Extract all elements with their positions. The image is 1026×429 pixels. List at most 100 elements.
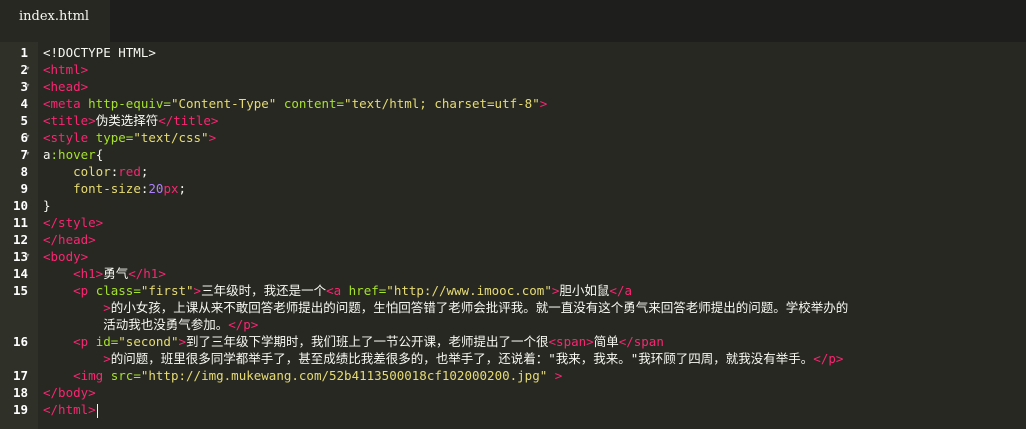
code-row: </html> [43,401,1026,418]
code-token: </p> [813,351,844,366]
code-token: <!DOCTYPE HTML> [43,45,156,60]
code-line[interactable]: 6 ▾ <style type="text/css"> [20,129,1026,146]
code-row: font-size:20px; [43,180,1026,197]
code-line[interactable]: 7 ▾ a:hover{ [20,146,1026,163]
code-token: <span> [548,334,594,349]
line-number: 17 [12,368,28,383]
code-row: </style> [43,214,1026,231]
code-line[interactable]: 13 ▾ <body> [13,248,1026,265]
code-token: http-equiv= [88,96,171,111]
code-line[interactable]: 11 </style> [13,214,1026,231]
code-row: <title>伪类选择符</title> [43,112,1026,129]
code-line[interactable]: 17 <img src="http://img.mukewang.com/52b… [13,367,1026,384]
fold-arrow-icon[interactable]: ▾ [25,78,35,95]
code-token: "http://www.imooc.com" [386,283,552,298]
code-row: 活动我也没勇气参加。</p> [43,316,1026,333]
code-token: "text/html; charset=utf-8" [344,96,540,111]
code-token: content= [276,96,345,111]
code-line[interactable]: 18 </body> [13,384,1026,401]
code-row: <head> [43,78,1026,95]
code-token: <title> [43,113,96,128]
fold-arrow-icon[interactable]: ▾ [25,129,35,146]
code-token: </style> [43,215,104,230]
code-row: <!DOCTYPE HTML> [43,44,1026,61]
line-number: 19 [12,402,28,417]
code-token: </html> [43,402,96,417]
code-token: </body> [43,385,96,400]
code-token: "Content-Type" [170,96,277,111]
code-token: } [43,198,51,213]
code-token: a [43,147,51,162]
fold-arrow-icon[interactable]: ▾ [25,248,35,265]
code-token: <a [326,283,349,298]
code-line[interactable]: 10} [13,197,1026,214]
code-line[interactable]: 5 <title>伪类选择符</title> [20,112,1026,129]
code-token: 胆小如鼠 [559,283,610,298]
line-number: 14 [12,266,28,281]
fold-arrow-icon[interactable]: ▾ [25,146,35,163]
code-token: "text/css" [133,130,209,145]
code-line[interactable]: 3 ▾ <head> [20,78,1026,95]
code-token: red [118,164,141,179]
code-token: <p [73,283,96,298]
code-editor[interactable]: 1 <!DOCTYPE HTML> 2 ▾ <html> 3 ▾ <head> 4 <meta h… [0,42,1026,429]
code-token: </h1> [128,266,166,281]
code-token: "second" [118,334,179,349]
text-cursor [96,403,98,418]
code-row: <h1>勇气</h1> [43,265,1026,282]
code-token: <body> [43,249,89,264]
code-token: ; [140,164,149,179]
code-line[interactable]: 16 <p id="second">到了三年级下学期时，我们班上了一节公开课，老… [13,333,1026,367]
code-line[interactable]: 14 <h1>勇气</h1> [13,265,1026,282]
code-token: 简单 [593,334,619,349]
code-token: <style [43,130,96,145]
code-row: <meta http-equiv="Content-Type" content=… [43,95,1026,112]
code-token: </p> [228,317,259,332]
code-token: <h1> [73,266,104,281]
code-row: <style type="text/css"> [43,129,1026,146]
code-token: > [554,368,563,383]
code-token: font-size [73,181,141,196]
code-line[interactable]: 15 <p class="first">三年级时，我还是一个<a href="h… [13,282,1026,333]
code-row: <html> [43,61,1026,78]
code-row: <p id="second">到了三年级下学期时，我们班上了一节公开课，老师提出… [43,333,1026,350]
code-token: </title> [158,113,219,128]
code-token: > [539,96,548,111]
code-line[interactable]: 19 </html> [13,401,1026,418]
code-line[interactable]: 4 <meta http-equiv="Content-Type" content… [20,95,1026,112]
code-row: a:hover{ [43,146,1026,163]
code-line[interactable]: 8 color:red; [20,163,1026,180]
code-row: color:red; [43,163,1026,180]
code-token: > [43,300,111,315]
code-token: src= [110,368,141,383]
code-row: </head> [43,231,1026,248]
code-token: ; [178,181,187,196]
code-token: > [43,351,111,366]
editor-window: index.html 1 <!DOCTYPE HTML> 2 ▾ <html> 3 ▾ <he… [0,0,1026,429]
tab-index-html[interactable]: index.html [0,0,110,42]
code-line[interactable]: 1 <!DOCTYPE HTML> [20,44,1026,61]
line-number: 13 [12,249,28,264]
line-number: 6 [20,130,28,145]
code-token: { [95,147,104,162]
code-line[interactable]: 12 </head> [13,231,1026,248]
code-token: type= [95,130,134,145]
line-number: 7 [20,147,28,162]
code-line[interactable]: 2 ▾ <html> [20,61,1026,78]
code-line[interactable]: 9 font-size:20px; [20,180,1026,197]
code-token: <p [73,334,96,349]
code-token: 到了三年级下学期时，我们班上了一节公开课，老师提出了一个很 [186,334,549,349]
code-area[interactable]: 1 <!DOCTYPE HTML> 2 ▾ <html> 3 ▾ <head> 4 <meta h… [13,42,1026,429]
code-token: > [193,283,202,298]
code-token: px [163,181,179,196]
code-token: 勇气 [103,266,129,281]
code-row: <body> [43,248,1026,265]
code-token: 的小女孩，上课从来不敢回答老师提出的问题，生怕回答错了老师会批评我。就一直没有这… [110,300,849,315]
code-token: color [73,164,111,179]
fold-arrow-icon[interactable]: ▾ [25,61,35,78]
